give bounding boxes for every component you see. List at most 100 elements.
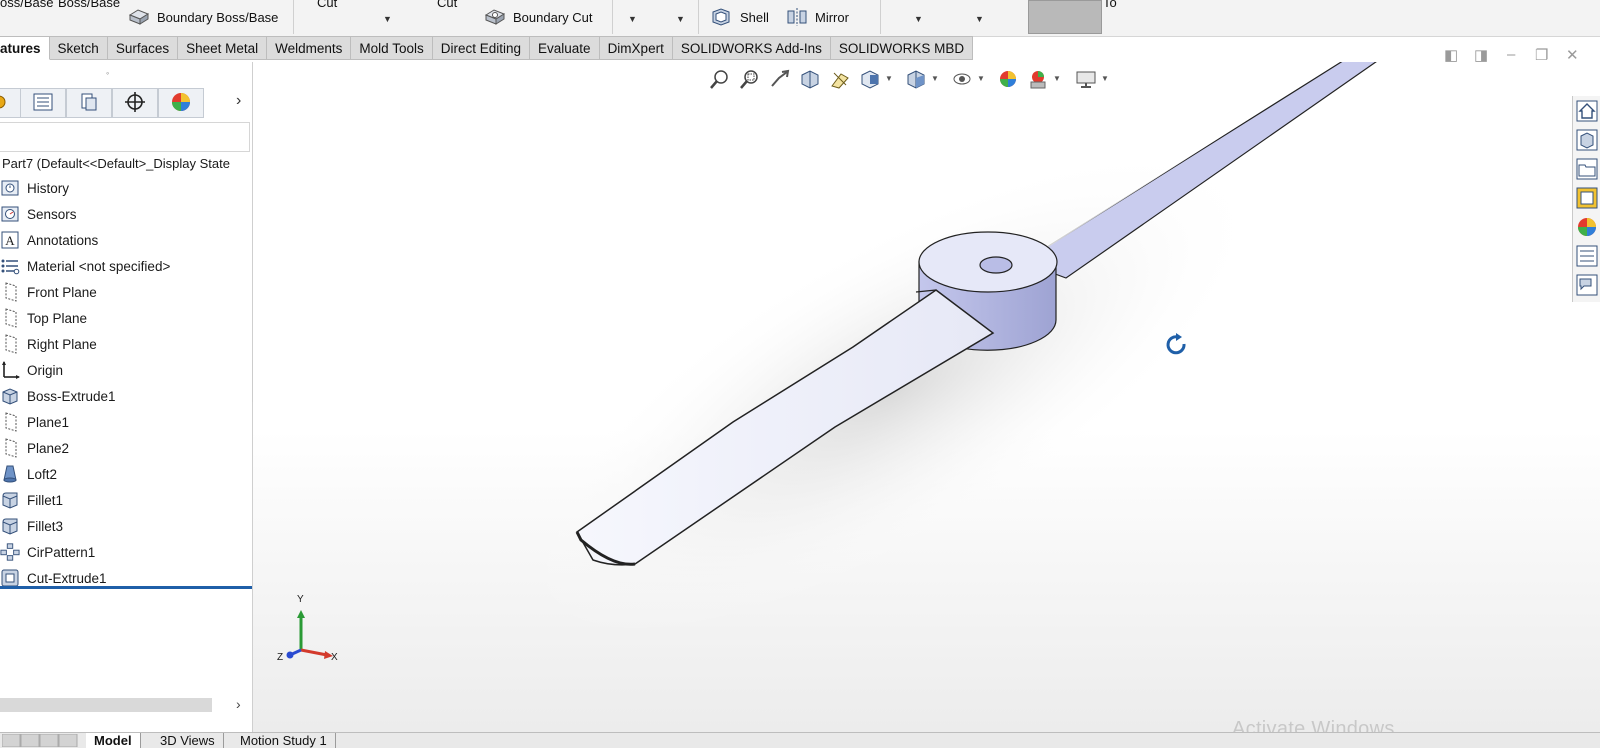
tree-item-label: CirPattern1 <box>27 544 96 560</box>
triad-y-label: Y <box>297 594 304 605</box>
tree-item-cirpattern1[interactable]: CirPattern1 <box>0 540 95 564</box>
dropdown-arrow-icon[interactable]: ▼ <box>975 14 984 24</box>
mirror-icon[interactable] <box>786 7 807 26</box>
appearances-icon[interactable] <box>1576 216 1598 238</box>
tab-model[interactable]: Model <box>86 733 141 748</box>
dimxpert-manager-tab[interactable] <box>112 88 158 118</box>
file-explorer-icon[interactable] <box>1576 158 1598 180</box>
scroll-right-icon[interactable]: › <box>236 696 241 712</box>
tree-item-top-plane[interactable]: Top Plane <box>0 306 87 330</box>
tab-surfaces[interactable]: Surfaces <box>107 36 179 60</box>
propeller-model[interactable] <box>253 62 1600 732</box>
tree-item-label: Material <not specified> <box>27 258 171 274</box>
property-manager-icon <box>32 93 54 114</box>
ribbon-separator <box>612 0 613 34</box>
design-library-icon[interactable] <box>1576 129 1598 151</box>
material-icon <box>0 256 20 276</box>
shell-icon[interactable] <box>710 7 730 26</box>
mirror-button[interactable]: Mirror <box>815 10 849 25</box>
tree-item-fillet3[interactable]: Fillet3 <box>0 514 63 538</box>
tab-sketch[interactable]: Sketch <box>49 36 108 60</box>
tab-features[interactable]: atures <box>0 36 50 60</box>
tree-item-boss-extrude1[interactable]: Boss-Extrude1 <box>0 384 116 408</box>
boss-base-label[interactable]: oss/Base <box>0 0 53 10</box>
dropdown-arrow-icon[interactable]: ▼ <box>676 14 685 24</box>
part-root-node[interactable]: Part7 (Default<<Default>_Display State <box>2 156 230 171</box>
boundary-boss-button[interactable]: Boundary Boss/Base <box>157 10 278 25</box>
feature-tree-filter-input[interactable] <box>0 122 250 152</box>
configuration-manager-tab[interactable] <box>66 88 112 118</box>
boss-base-2-label[interactable]: Boss/Base <box>58 0 120 10</box>
to-label[interactable]: To <box>1103 0 1117 10</box>
dropdown-arrow-icon[interactable]: ▼ <box>914 14 923 24</box>
boss-extrude-icon <box>0 386 20 406</box>
tree-item-label: Boss-Extrude1 <box>27 388 116 404</box>
dropdown-arrow-icon[interactable]: ▼ <box>628 14 637 24</box>
ribbon-separator <box>698 0 699 34</box>
tree-item-label: Fillet1 <box>27 492 64 508</box>
rollback-bar[interactable] <box>0 586 252 589</box>
panel-tabs <box>0 88 252 120</box>
graphics-area[interactable]: ▼ ▼ ▼ ▼ ▼ Y X Z <box>253 62 1600 732</box>
tree-item-label: History <box>27 180 70 196</box>
loft-icon <box>0 464 20 484</box>
custom-properties-icon[interactable] <box>1576 245 1598 267</box>
annotations-icon: A <box>0 230 20 250</box>
tree-item-loft2[interactable]: Loft2 <box>0 462 57 486</box>
tab-solidworks-addins[interactable]: SOLIDWORKS Add-Ins <box>672 36 831 60</box>
tree-item-sensors[interactable]: Sensors <box>0 202 77 226</box>
command-manager-tabs: atures Sketch Surfaces Sheet Metal Weldm… <box>0 36 974 62</box>
display-manager-tab[interactable] <box>158 88 204 118</box>
forum-icon[interactable] <box>1576 274 1598 296</box>
ribbon-separator <box>880 0 881 34</box>
tree-item-label: Front Plane <box>27 284 97 300</box>
chevron-right-icon[interactable]: › <box>236 92 241 110</box>
cut-label-2[interactable]: Cut <box>437 0 457 10</box>
fillet-icon <box>0 516 20 536</box>
tree-item-label: Plane2 <box>27 440 70 456</box>
shell-button[interactable]: Shell <box>740 10 769 25</box>
tab-evaluate[interactable]: Evaluate <box>530 36 600 60</box>
tree-item-label: Loft2 <box>27 466 58 482</box>
tab-scroll-buttons[interactable] <box>1 733 80 748</box>
cut-extrude-icon <box>0 568 20 588</box>
property-manager-tab[interactable] <box>20 88 66 118</box>
ribbon-separator <box>293 0 294 34</box>
tab-mold-tools[interactable]: Mold Tools <box>351 36 433 60</box>
minimize-icon[interactable]: – <box>1507 46 1515 63</box>
circular-pattern-icon <box>0 542 20 562</box>
tree-item-label: Fillet3 <box>27 518 64 534</box>
plane-icon <box>0 334 20 354</box>
svg-text:A: A <box>5 233 15 248</box>
instant3d-toggle[interactable] <box>1028 0 1102 34</box>
boundary-cut-button[interactable]: Boundary Cut <box>513 10 593 25</box>
tab-weldments[interactable]: Weldments <box>267 36 352 60</box>
plane-icon <box>0 308 20 328</box>
panel-grip-icon[interactable]: ◦ <box>106 68 109 78</box>
tree-item-front-plane[interactable]: Front Plane <box>0 280 97 304</box>
dropdown-arrow-icon[interactable]: ▼ <box>383 14 392 24</box>
tree-item-annotations[interactable]: A Annotations <box>0 228 98 252</box>
boundary-cut-icon[interactable] <box>484 7 506 25</box>
tab-solidworks-mbd[interactable]: SOLIDWORKS MBD <box>830 36 974 60</box>
tab-sheet-metal[interactable]: Sheet Metal <box>178 36 268 60</box>
tree-item-material[interactable]: Material <not specified> <box>0 254 170 278</box>
tab-motion-study-1[interactable]: Motion Study 1 <box>232 733 336 748</box>
boundary-boss-icon[interactable] <box>128 7 150 25</box>
horizontal-scrollbar[interactable] <box>0 698 212 712</box>
task-pane-tabs <box>1572 96 1600 302</box>
tree-item-fillet1[interactable]: Fillet1 <box>0 488 63 512</box>
tab-dimxpert[interactable]: DimXpert <box>599 36 673 60</box>
tree-item-history[interactable]: History <box>0 176 69 200</box>
tab-direct-editing[interactable]: Direct Editing <box>432 36 531 60</box>
tree-item-origin[interactable]: Origin <box>0 358 63 382</box>
tree-item-plane2[interactable]: Plane2 <box>0 436 69 460</box>
tree-item-right-plane[interactable]: Right Plane <box>0 332 97 356</box>
view-palette-icon[interactable] <box>1576 187 1598 209</box>
feature-manager-panel: ◦ › Part7 (Default<<Default>_Display Sta… <box>0 62 253 732</box>
cut-label-1[interactable]: Cut <box>317 0 337 10</box>
tree-item-label: Annotations <box>27 232 99 248</box>
home-icon[interactable] <box>1576 100 1598 122</box>
tree-item-plane1[interactable]: Plane1 <box>0 410 69 434</box>
tab-3d-views[interactable]: 3D Views <box>152 733 224 748</box>
